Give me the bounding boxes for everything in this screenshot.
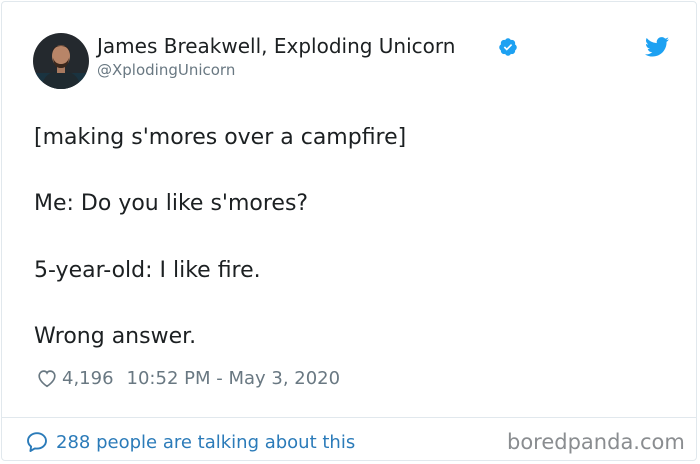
tweet-text-line: Wrong answer.	[34, 324, 197, 349]
divider	[2, 417, 696, 418]
profile-photo-icon	[33, 33, 89, 89]
avatar[interactable]	[33, 33, 89, 89]
conversation-link[interactable]: 288 people are talking about this	[25, 428, 355, 456]
tweet-text-line: 5-year-old: I like fire.	[34, 258, 261, 283]
heart-icon[interactable]	[36, 367, 58, 389]
twitter-bird-icon[interactable]	[645, 37, 669, 57]
user-handle[interactable]: @XplodingUnicorn	[97, 60, 235, 80]
verified-badge-icon	[499, 38, 517, 56]
speech-bubble-icon	[27, 432, 47, 452]
conversation-text: 288 people are talking about this	[56, 431, 356, 453]
tweet-text-line: Me: Do you like s'mores?	[34, 191, 309, 216]
watermark: boredpanda.com	[507, 430, 685, 454]
tweet-card: James Breakwell, Exploding Unicorn @Xplo…	[1, 1, 697, 461]
tweet-timestamp[interactable]: 10:52 PM - May 3, 2020	[127, 368, 341, 389]
tweet-meta: 4,196 10:52 PM - May 3, 2020	[36, 365, 340, 391]
like-count[interactable]: 4,196	[62, 368, 114, 389]
tweet-text-line: [making s'mores over a campfire]	[34, 125, 407, 150]
display-name[interactable]: James Breakwell, Exploding Unicorn	[97, 33, 455, 59]
